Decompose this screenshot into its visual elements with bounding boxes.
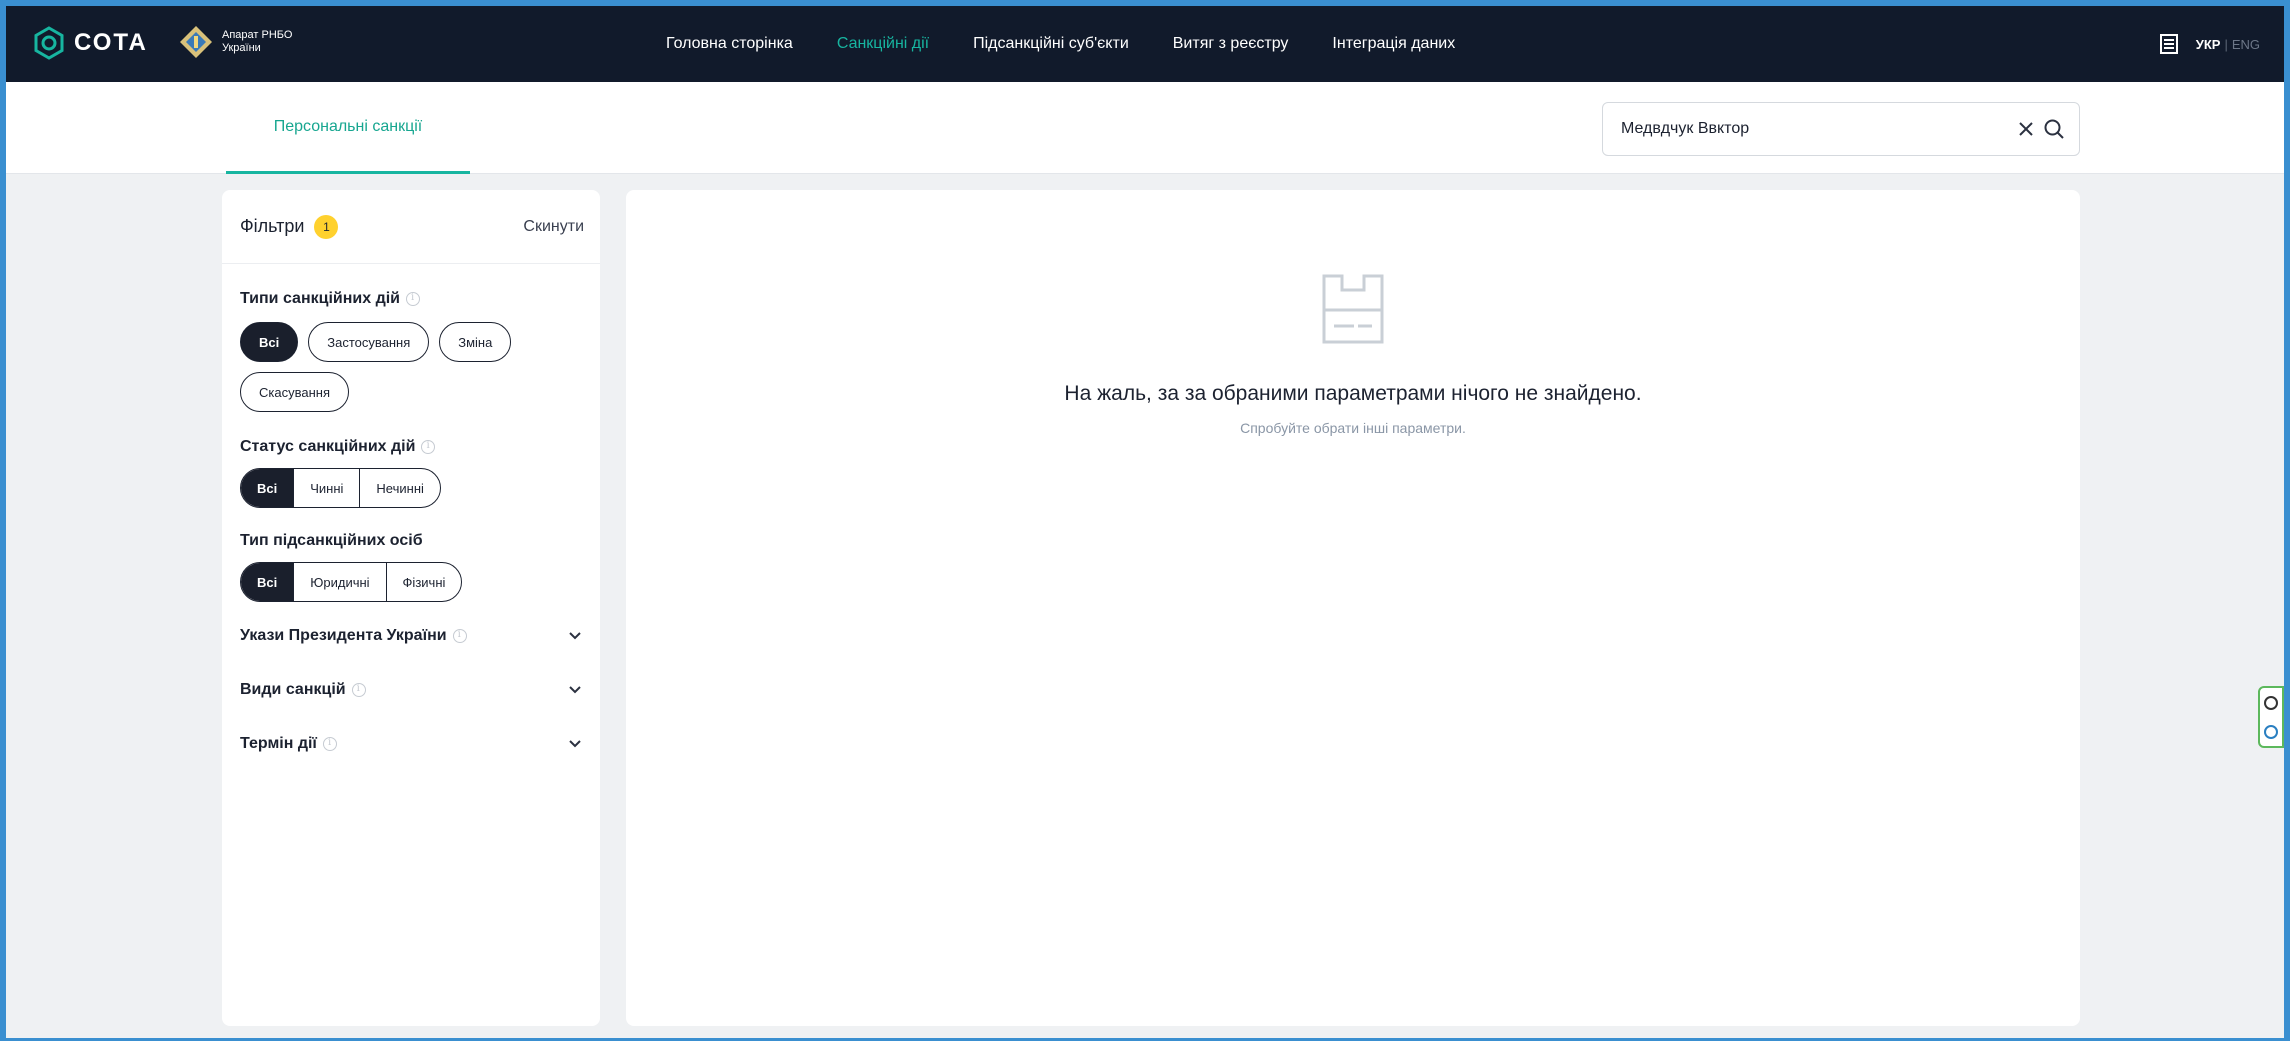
rnbo-logo[interactable]: Апарат РНБО України (178, 24, 292, 60)
chip-type-cancel[interactable]: Скасування (240, 372, 349, 412)
reset-filters-button[interactable]: Скинути (523, 218, 584, 236)
sub-header: Персональні санкції (6, 82, 2284, 174)
decrees-label: Укази Президента України (240, 627, 447, 644)
term-collapse[interactable]: Термін дії (222, 724, 600, 764)
empty-state-hint: Спробуйте обрати інші параметри. (1240, 420, 1466, 436)
subject-legal[interactable]: Юридичні (293, 563, 385, 601)
empty-box-icon (1322, 274, 1384, 344)
filters-title: Фільтри (240, 216, 305, 236)
side-widget[interactable] (2258, 686, 2284, 748)
info-icon[interactable] (351, 683, 366, 697)
lang-ukr[interactable]: УКР (2196, 37, 2221, 52)
app-frame: СОТА Апарат РНБО України Головна сторінк… (6, 6, 2284, 1038)
kinds-title: Види санкцій (240, 681, 366, 699)
search-icon[interactable] (2043, 118, 2065, 140)
cota-logo[interactable]: СОТА (32, 26, 148, 60)
nav-data-integration[interactable]: Інтеграція даних (1332, 35, 1455, 53)
filters-count-badge: 1 (314, 214, 339, 239)
sanction-types-label: Типи санкційних дій (240, 290, 401, 307)
decrees-title: Укази Президента України (240, 627, 467, 645)
subject-type-segment: Всі Юридичні Фізичні (240, 562, 463, 602)
nav-home[interactable]: Головна сторінка (666, 35, 793, 53)
sanction-status-label: Статус санкційних дій (240, 438, 416, 455)
nav-sanctioned-subjects[interactable]: Підсанкційні суб'єкти (973, 35, 1129, 53)
chip-type-change[interactable]: Зміна (439, 322, 512, 362)
nav-sanction-actions[interactable]: Санкційні дії (837, 35, 929, 53)
brand-name: СОТА (74, 29, 148, 56)
sanction-types-chips: Всі Застосування Зміна Скасування (222, 322, 600, 412)
subject-all[interactable]: Всі (241, 563, 294, 601)
info-icon[interactable] (452, 629, 467, 643)
filters-panel: Фільтри 1 Скинути Типи санкційних дій Вс… (222, 190, 600, 1026)
info-icon[interactable] (421, 440, 436, 454)
status-active[interactable]: Чинні (293, 469, 359, 507)
main-nav: Головна сторінка Санкційні дії Підсанкці… (666, 6, 1499, 82)
nav-registry-extract[interactable]: Витяг з реєстру (1173, 35, 1289, 53)
kinds-collapse[interactable]: Види санкцій (222, 670, 600, 710)
info-icon[interactable] (322, 737, 337, 751)
org-line-1: Апарат РНБО (222, 29, 293, 41)
rnbo-emblem-icon (180, 26, 212, 58)
info-icon[interactable] (406, 292, 421, 306)
lang-separator: | (2224, 36, 2228, 52)
close-circle-icon[interactable] (2264, 695, 2278, 710)
chevron-down-icon (569, 686, 581, 694)
extension-icon[interactable] (2264, 724, 2278, 739)
decrees-collapse[interactable]: Укази Президента України (222, 616, 600, 656)
clear-icon[interactable] (2015, 118, 2037, 140)
chip-type-apply[interactable]: Застосування (308, 322, 430, 362)
term-title: Термін дії (240, 735, 337, 753)
top-right-controls: УКР | ENG (2159, 6, 2260, 82)
sanction-status-title: Статус санкційних дій (222, 438, 600, 456)
org-line-2: України (222, 42, 261, 54)
subject-type-title: Тип підсанкційних осіб (222, 532, 600, 550)
empty-state-title: На жаль, за за обраними параметрами нічо… (1064, 382, 1642, 405)
chip-type-all[interactable]: Всі (240, 322, 299, 362)
term-label: Термін дії (240, 735, 317, 752)
language-switcher: УКР | ENG (2196, 37, 2260, 52)
status-all[interactable]: Всі (241, 469, 294, 507)
document-icon[interactable] (2159, 34, 2178, 54)
filters-header: Фільтри 1 Скинути (222, 190, 600, 264)
chevron-down-icon (569, 632, 581, 640)
top-bar: СОТА Апарат РНБО України Головна сторінк… (6, 6, 2284, 82)
kinds-label: Види санкцій (240, 681, 346, 698)
status-inactive[interactable]: Нечинні (359, 469, 439, 507)
sanction-status-segment: Всі Чинні Нечинні (240, 468, 441, 508)
search-input[interactable] (1621, 120, 2009, 138)
subject-natural[interactable]: Фізичні (385, 563, 462, 601)
search-box (1602, 102, 2080, 156)
tab-personal-sanctions[interactable]: Персональні санкції (226, 82, 470, 174)
chevron-down-icon (569, 740, 581, 748)
sanction-types-title: Типи санкційних дій (222, 290, 600, 308)
cota-hex-icon (34, 26, 64, 60)
results-panel: На жаль, за за обраними параметрами нічо… (626, 190, 2080, 1026)
subject-type-label: Тип підсанкційних осіб (240, 532, 423, 549)
lang-eng[interactable]: ENG (2232, 37, 2260, 52)
